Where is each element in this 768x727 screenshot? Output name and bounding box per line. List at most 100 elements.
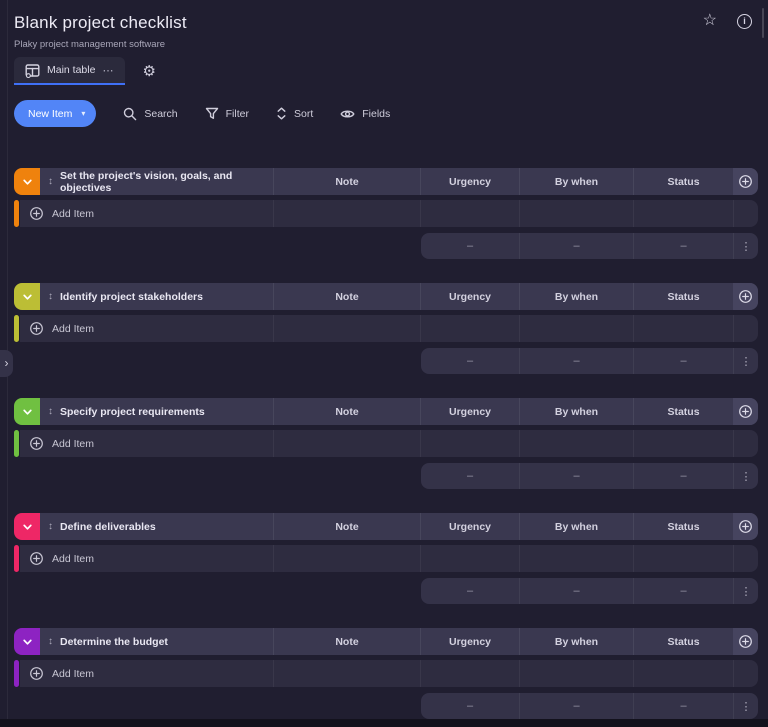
tab-label: Main table <box>47 64 95 76</box>
group-collapse-button[interactable] <box>14 283 40 310</box>
empty-cell-by-when[interactable] <box>519 660 633 687</box>
column-header-status[interactable]: Status <box>633 398 733 425</box>
summary-menu-icon[interactable]: ⋮ <box>733 348 758 374</box>
group-title-cell[interactable]: ↕ Set the project's vision, goals, and o… <box>40 168 273 195</box>
column-header-status[interactable]: Status <box>633 513 733 540</box>
tab-main-table[interactable]: Main table ⋯ <box>14 57 125 85</box>
summary-menu-icon[interactable]: ⋮ <box>733 233 758 259</box>
group-title-cell[interactable]: ↕ Define deliverables <box>40 513 273 540</box>
empty-cell-end <box>733 315 758 342</box>
column-header-note[interactable]: Note <box>273 283 420 310</box>
search-icon <box>123 107 137 121</box>
add-column-button[interactable] <box>733 398 758 425</box>
add-item-button[interactable]: Add Item <box>20 660 273 687</box>
summary-by-when: – <box>519 693 633 719</box>
empty-cell-note[interactable] <box>273 545 420 572</box>
column-header-by-when[interactable]: By when <box>519 398 633 425</box>
header-actions: ☆ i <box>703 13 752 29</box>
column-header-note[interactable]: Note <box>273 168 420 195</box>
column-header-urgency[interactable]: Urgency <box>420 513 519 540</box>
new-item-button[interactable]: New Item ▾ <box>14 100 96 127</box>
group-title-cell[interactable]: ↕ Determine the budget <box>40 628 273 655</box>
empty-cell-urgency[interactable] <box>420 315 519 342</box>
empty-cell-by-when[interactable] <box>519 315 633 342</box>
empty-cell-note[interactable] <box>273 660 420 687</box>
drag-handle-icon[interactable]: ↕ <box>48 522 53 532</box>
group-collapse-button[interactable] <box>14 628 40 655</box>
page-subtitle: Plaky project management software <box>14 39 754 50</box>
column-header-status[interactable]: Status <box>633 283 733 310</box>
group-section: ↕ Specify project requirements Note Urge… <box>14 398 758 489</box>
star-favorite-button[interactable]: ☆ <box>703 13 717 29</box>
column-header-urgency[interactable]: Urgency <box>420 398 519 425</box>
column-header-urgency[interactable]: Urgency <box>420 168 519 195</box>
column-header-by-when[interactable]: By when <box>519 513 633 540</box>
column-header-by-when[interactable]: By when <box>519 628 633 655</box>
empty-cell-status[interactable] <box>633 660 733 687</box>
empty-cell-urgency[interactable] <box>420 200 519 227</box>
empty-cell-by-when[interactable] <box>519 200 633 227</box>
empty-cell-by-when[interactable] <box>519 545 633 572</box>
board-toolbar: New Item ▾ Search Filter Sort <box>14 100 754 127</box>
group-title-cell[interactable]: ↕ Identify project stakeholders <box>40 283 273 310</box>
add-item-row-bar: Add Item <box>20 200 758 227</box>
column-header-status[interactable]: Status <box>633 168 733 195</box>
add-column-button[interactable] <box>733 168 758 195</box>
column-header-by-when[interactable]: By when <box>519 168 633 195</box>
summary-menu-icon[interactable]: ⋮ <box>733 578 758 604</box>
tab-options-icon[interactable]: ⋯ <box>102 64 114 77</box>
sidebar-expand-handle[interactable]: › <box>0 350 13 377</box>
group-collapse-button[interactable] <box>14 398 40 425</box>
group-collapse-button[interactable] <box>14 168 40 195</box>
group-title-cell[interactable]: ↕ Specify project requirements <box>40 398 273 425</box>
empty-cell-status[interactable] <box>633 200 733 227</box>
add-item-button[interactable]: Add Item <box>20 430 273 457</box>
vertical-scrollbar-thumb[interactable] <box>762 8 764 38</box>
add-column-button[interactable] <box>733 628 758 655</box>
column-header-status[interactable]: Status <box>633 628 733 655</box>
fields-eye-icon <box>340 108 355 120</box>
add-item-row: Add Item <box>14 660 758 687</box>
horizontal-scrollbar-track[interactable] <box>0 719 768 727</box>
add-item-label: Add Item <box>52 208 94 220</box>
column-header-note[interactable]: Note <box>273 398 420 425</box>
empty-cell-status[interactable] <box>633 430 733 457</box>
drag-handle-icon[interactable]: ↕ <box>48 292 53 302</box>
add-column-button[interactable] <box>733 283 758 310</box>
add-item-button[interactable]: Add Item <box>20 545 273 572</box>
drag-handle-icon[interactable]: ↕ <box>48 637 53 647</box>
summary-menu-icon[interactable]: ⋮ <box>733 463 758 489</box>
drag-handle-icon[interactable]: ↕ <box>48 177 53 187</box>
empty-cell-status[interactable] <box>633 545 733 572</box>
search-button[interactable]: Search <box>123 107 177 121</box>
board-settings-gear-icon[interactable]: ⚙ <box>142 64 155 79</box>
group-collapse-button[interactable] <box>14 513 40 540</box>
column-header-urgency[interactable]: Urgency <box>420 283 519 310</box>
empty-cell-note[interactable] <box>273 430 420 457</box>
add-item-button[interactable]: Add Item <box>20 315 273 342</box>
summary-status: – <box>633 463 733 489</box>
drag-handle-icon[interactable]: ↕ <box>48 407 53 417</box>
sort-button[interactable]: Sort <box>276 107 313 120</box>
fields-button[interactable]: Fields <box>340 108 390 120</box>
empty-cell-note[interactable] <box>273 315 420 342</box>
empty-cell-urgency[interactable] <box>420 430 519 457</box>
column-header-note[interactable]: Note <box>273 513 420 540</box>
summary-menu-icon[interactable]: ⋮ <box>733 693 758 719</box>
info-button[interactable]: i <box>737 14 752 29</box>
summary-by-when: – <box>519 348 633 374</box>
empty-cell-urgency[interactable] <box>420 660 519 687</box>
column-header-note[interactable]: Note <box>273 628 420 655</box>
add-item-label: Add Item <box>52 323 94 335</box>
column-header-by-when[interactable]: By when <box>519 283 633 310</box>
column-header-urgency[interactable]: Urgency <box>420 628 519 655</box>
empty-cell-by-when[interactable] <box>519 430 633 457</box>
summary-urgency: – <box>421 578 519 604</box>
empty-cell-note[interactable] <box>273 200 420 227</box>
empty-cell-status[interactable] <box>633 315 733 342</box>
add-column-button[interactable] <box>733 513 758 540</box>
new-item-dropdown-caret-icon[interactable]: ▾ <box>81 109 85 118</box>
empty-cell-urgency[interactable] <box>420 545 519 572</box>
add-item-button[interactable]: Add Item <box>20 200 273 227</box>
filter-button[interactable]: Filter <box>205 107 249 120</box>
